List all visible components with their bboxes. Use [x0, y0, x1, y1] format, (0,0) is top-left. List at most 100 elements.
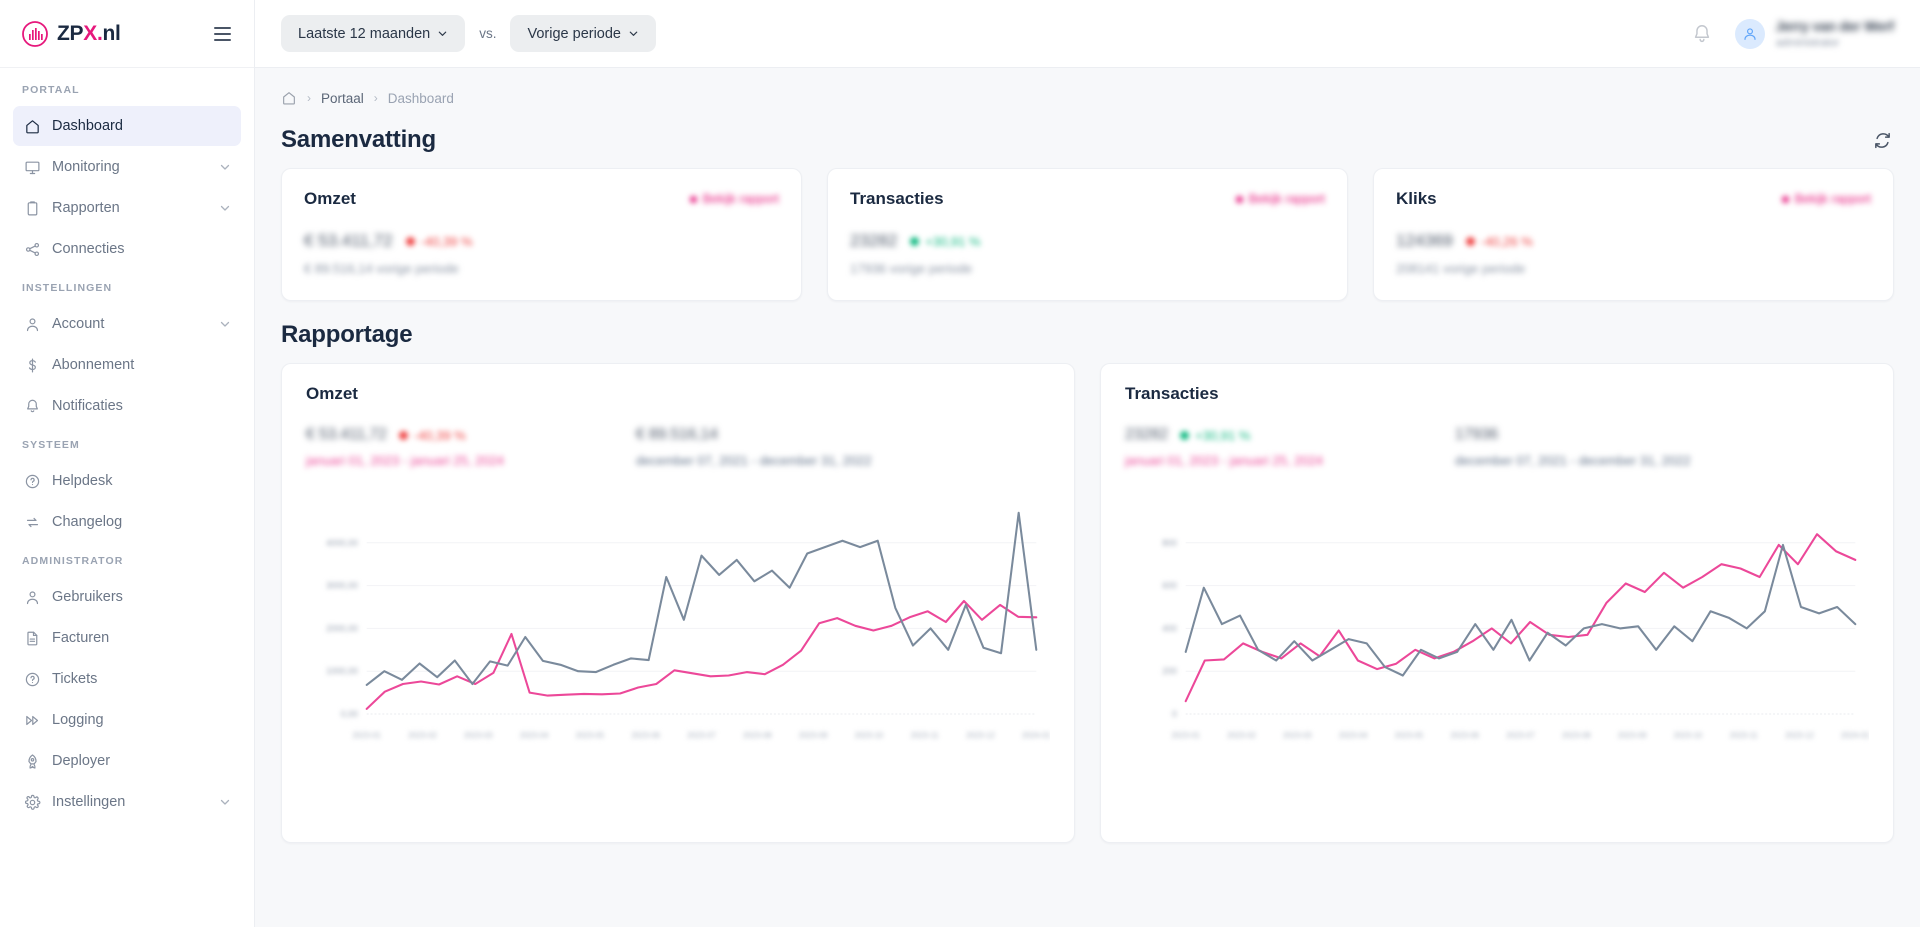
metric-delta: -40,39 % — [405, 234, 473, 249]
sidebar-item-monitoring[interactable]: Monitoring — [13, 147, 241, 187]
notification-bell-icon[interactable] — [1691, 23, 1713, 45]
delta-value: -40,26 % — [1480, 233, 1533, 249]
summary-header: Samenvatting — [281, 126, 1894, 154]
svg-text:2023-08: 2023-08 — [1562, 731, 1591, 740]
user-name: Jerry van der Werf — [1775, 18, 1894, 34]
compare-selector-label: Vorige periode — [527, 25, 621, 42]
breadcrumb-item-dashboard: Dashboard — [387, 90, 454, 106]
legend-current-top: 23282 +30,91 % — [1125, 426, 1455, 444]
svg-text:3000,00: 3000,00 — [326, 581, 358, 591]
report-panels: Omzet € 53.411,72 -40,39 % januari 01, 2… — [281, 363, 1894, 843]
legend-previous-top: € 89.516,14 — [636, 426, 1050, 444]
svg-text:2023-10: 2023-10 — [1674, 731, 1703, 740]
legend-previous-range: december 07, 2021 - december 31, 2022 — [636, 453, 872, 468]
svg-text:2023-05: 2023-05 — [1395, 731, 1424, 740]
share-icon — [23, 240, 41, 258]
report-panel: Transacties 23282 +30,91 % januari 01, 2… — [1100, 363, 1894, 843]
page-title: Samenvatting — [281, 126, 436, 153]
line-chart[interactable]: 0 200 400 600 800 2023-01 2023-02 2023-03 2023-0… — [1125, 490, 1869, 748]
compare-selector-button[interactable]: Vorige periode — [510, 15, 656, 52]
sidebar-item-dashboard[interactable]: Dashboard — [13, 106, 241, 146]
svg-text:2023-10: 2023-10 — [855, 731, 884, 740]
view-report-link[interactable]: Bekijk rapport — [1781, 192, 1871, 206]
zpx-logo-icon — [22, 20, 48, 47]
panel-legend: € 53.411,72 -40,39 % januari 01, 2023 - … — [306, 426, 1050, 468]
svg-text:0: 0 — [1172, 709, 1177, 719]
legend-previous: € 89.516,14 december 07, 2021 - december… — [636, 426, 1050, 468]
svg-text:2023-04: 2023-04 — [1339, 731, 1368, 740]
delta-indicator-icon — [1180, 430, 1190, 440]
hamburger-menu-icon[interactable] — [210, 21, 236, 47]
svg-text:2024-01: 2024-01 — [1841, 731, 1869, 740]
period-selector-label: Laatste 12 maanden — [298, 25, 431, 42]
user-menu[interactable]: Jerry van der Werf administrator — [1734, 18, 1894, 49]
sidebar-item-label: Abonnement — [52, 357, 135, 373]
summary-card: Omzet Bekijk rapport € 53.411,72 -40,39 … — [281, 168, 802, 301]
delta-indicator-icon — [405, 236, 415, 246]
sidebar-item-label: Connecties — [52, 241, 125, 257]
chevron-down-icon — [438, 31, 447, 36]
logo-text-dark: ZP — [57, 22, 84, 45]
gear-icon — [23, 793, 41, 811]
view-report-link[interactable]: Bekijk rapport — [1235, 192, 1325, 206]
refresh-icon[interactable] — [1870, 128, 1894, 152]
logo-text-accent: X — [83, 22, 97, 45]
delta-indicator-icon — [398, 430, 408, 440]
svg-text:2024-01: 2024-01 — [1022, 731, 1050, 740]
sidebar-item-account[interactable]: Account — [13, 304, 241, 344]
sidebar-item-changelog[interactable]: Changelog — [13, 502, 241, 542]
sidebar-item-abonnement[interactable]: Abonnement — [13, 345, 241, 385]
svg-text:2023-06: 2023-06 — [1450, 731, 1479, 740]
view-report-label: Bekijk rapport — [1248, 192, 1325, 206]
sidebar-item-gebruikers[interactable]: Gebruikers — [13, 577, 241, 617]
svg-text:2023-04: 2023-04 — [520, 731, 549, 740]
avatar — [1734, 18, 1765, 49]
sidebar-section-label: INSTELLINGEN — [22, 282, 113, 294]
sidebar-item-helpdesk[interactable]: Helpdesk — [13, 461, 241, 501]
topbar: Laatste 12 maanden vs. Vorige periode Je… — [255, 0, 1920, 68]
svg-text:2023-12: 2023-12 — [966, 731, 995, 740]
svg-text:2023-06: 2023-06 — [631, 731, 660, 740]
monitor-icon — [23, 158, 41, 176]
breadcrumb-item-portaal[interactable]: Portaal — [321, 91, 364, 106]
sidebar-item-logging[interactable]: Logging — [13, 700, 241, 740]
period-selector-button[interactable]: Laatste 12 maanden — [281, 15, 466, 52]
sidebar-item-facturen[interactable]: Facturen — [13, 618, 241, 658]
home-icon[interactable] — [281, 90, 297, 106]
sidebar-item-notificaties[interactable]: Notificaties — [13, 386, 241, 426]
summary-card: Transacties Bekijk rapport 23282 +30,91 … — [827, 168, 1348, 301]
sidebar-item-deployer[interactable]: Deployer — [13, 741, 241, 781]
dollar-icon — [23, 356, 41, 374]
svg-text:2023-01: 2023-01 — [352, 731, 381, 740]
sidebar-item-tickets[interactable]: Tickets — [13, 659, 241, 699]
view-report-link[interactable]: Bekijk rapport — [689, 192, 779, 206]
legend-current-value: 23282 — [1125, 426, 1169, 443]
legend-current-range: januari 01, 2023 - januari 25, 2024 — [1125, 453, 1324, 468]
sidebar-item-label: Helpdesk — [52, 473, 113, 489]
metric-value: 23282 — [850, 231, 898, 250]
metric-row: € 53.411,72 -40,39 % — [304, 231, 779, 251]
delta-value: +30,91 % — [1195, 427, 1251, 443]
sidebar-item-label: Rapporten — [52, 200, 120, 216]
swap-icon — [23, 513, 41, 531]
sidebar-section-label: ADMINISTRATOR — [22, 555, 124, 567]
sidebar-item-rapporten[interactable]: Rapporten — [13, 188, 241, 228]
sidebar-item-instellingen[interactable]: Instellingen — [13, 782, 241, 822]
reporting-header: Rapportage — [281, 321, 1894, 349]
report-panel: Omzet € 53.411,72 -40,39 % januari 01, 2… — [281, 363, 1075, 843]
line-chart[interactable]: 0,00 1000,00 2000,00 3000,00 4000,00 2023-01 2… — [306, 490, 1050, 748]
svg-text:2023-07: 2023-07 — [687, 731, 716, 740]
user-role: administrator — [1775, 36, 1840, 49]
legend-current-top: € 53.411,72 -40,39 % — [306, 426, 636, 444]
home-icon — [23, 117, 41, 135]
panel-title: Omzet — [306, 384, 358, 403]
sidebar-item-label: Deployer — [52, 753, 111, 769]
logo[interactable]: ZPX.nl — [22, 20, 121, 47]
legend-previous-range: december 07, 2021 - december 31, 2022 — [1455, 453, 1691, 468]
card-title: Omzet — [304, 189, 356, 208]
brand-row: ZPX.nl — [0, 0, 254, 68]
sidebar-item-connecties[interactable]: Connecties — [13, 229, 241, 269]
reporting-title: Rapportage — [281, 321, 413, 348]
svg-text:4000,00: 4000,00 — [326, 538, 358, 548]
sidebar-item-label: Monitoring — [52, 159, 120, 175]
